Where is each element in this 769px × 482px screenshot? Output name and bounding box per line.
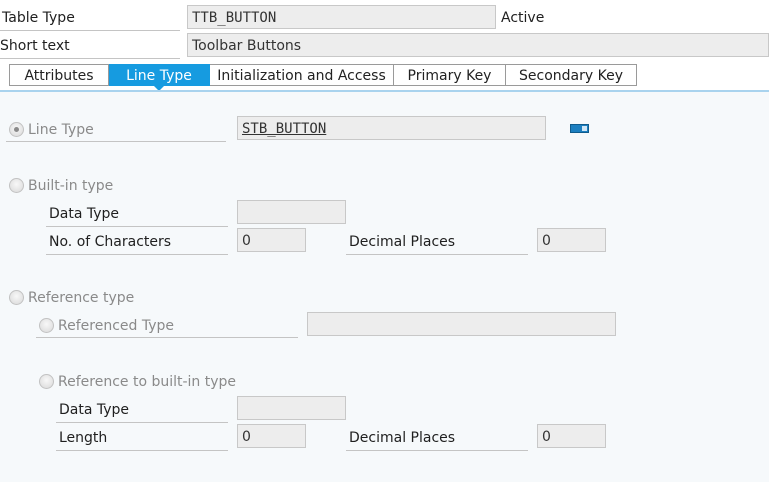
status-text: Active	[501, 10, 545, 26]
short-text-field[interactable]: Toolbar Buttons	[187, 33, 769, 57]
line-type-radio-label: Line Type	[28, 122, 94, 138]
length-label: Length	[59, 430, 108, 446]
ref-decimal-places-label: Decimal Places	[349, 430, 456, 446]
table-type-field[interactable]: TTB_BUTTON	[187, 5, 496, 29]
tab-primary-key[interactable]: Primary Key	[394, 64, 506, 86]
builtin-type-radio[interactable]	[9, 178, 24, 193]
tab-initialization-and-access[interactable]: Initialization and Access	[210, 64, 394, 86]
divider	[46, 254, 228, 255]
tab-line-type[interactable]: Line Type	[109, 64, 210, 91]
select-button-icon	[582, 126, 587, 131]
divider	[56, 450, 228, 451]
ref-data-type-field[interactable]	[237, 396, 346, 420]
no-of-characters-label: No. of Characters	[49, 234, 172, 250]
divider	[56, 422, 228, 423]
tab-attributes[interactable]: Attributes	[9, 64, 109, 86]
line-type-radio[interactable]	[9, 122, 24, 137]
builtin-data-type-field[interactable]	[237, 200, 346, 224]
tab-strip: Attributes Line Type Initialization and …	[9, 64, 637, 91]
ref-data-type-label: Data Type	[59, 402, 130, 418]
builtin-decimal-places-label: Decimal Places	[349, 234, 456, 250]
divider	[0, 30, 180, 31]
referenced-type-field[interactable]	[307, 312, 616, 336]
reference-type-radio[interactable]	[9, 290, 24, 305]
builtin-type-radio-label: Built-in type	[28, 178, 114, 194]
reference-type-radio-label: Reference type	[28, 290, 135, 306]
divider	[346, 254, 528, 255]
reference-to-builtin-radio[interactable]	[39, 374, 54, 389]
reference-to-builtin-radio-label: Reference to built-in type	[58, 374, 237, 390]
referenced-type-radio-label: Referenced Type	[58, 318, 174, 334]
divider	[0, 58, 180, 59]
select-button-icon[interactable]	[570, 124, 589, 133]
referenced-type-radio[interactable]	[39, 318, 54, 333]
builtin-decimal-places-field[interactable]: 0	[537, 228, 606, 252]
table-type-label: Table Type	[2, 10, 75, 26]
tab-secondary-key[interactable]: Secondary Key	[506, 64, 637, 86]
divider	[6, 141, 226, 142]
ref-decimal-places-field[interactable]: 0	[537, 424, 606, 448]
length-field[interactable]: 0	[237, 424, 306, 448]
line-type-field[interactable]: STB_BUTTON	[237, 116, 546, 140]
short-text-label: Short text	[0, 38, 70, 54]
divider	[36, 337, 298, 338]
builtin-data-type-label: Data Type	[49, 206, 120, 222]
no-of-characters-field[interactable]: 0	[237, 228, 306, 252]
divider	[346, 450, 528, 451]
divider	[46, 226, 228, 227]
